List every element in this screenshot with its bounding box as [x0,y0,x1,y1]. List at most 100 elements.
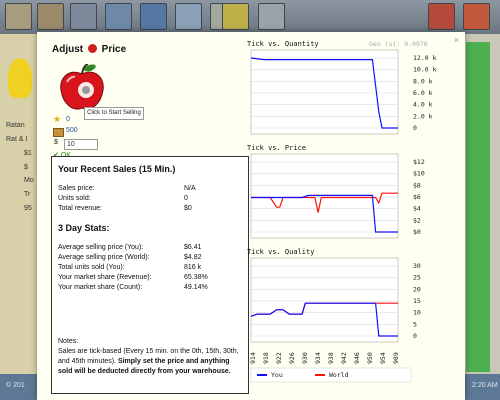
stat-label: Average selling price (World): [58,254,150,261]
sales-summary-box: Your Recent Sales (15 Min.) Sales price:… [51,156,249,394]
y-tick-label: 0 [413,124,417,132]
stat-value: $0 [184,205,192,212]
x-tick-label: 946 [353,352,361,364]
y-tick-label: 5 [413,320,417,328]
notes-title: Notes: [58,338,79,345]
y-tick-label: $8 [413,181,421,189]
toolbar-icon-2[interactable] [37,3,64,30]
stat-value: 65.38% [184,274,208,281]
apple-product-icon[interactable] [57,64,107,112]
stat-label: Units sold: [58,195,91,202]
x-tick-label: 934 [314,352,322,364]
y-tick-label: 8.0 k [413,77,433,85]
stat-row: Your market share (Count): 49.14% [58,284,244,291]
x-tick-label: 930 [301,352,309,364]
recent-sales-heading: Your Recent Sales (15 Min.) [58,164,176,174]
top-toolbar [0,0,500,34]
stars-value: 0 [66,116,70,123]
stat-value: N/A [184,185,196,192]
duck-icon [8,58,32,98]
stat-row: Sales price: N/A [58,185,244,192]
stat-label: Total units sold (You): [58,264,125,271]
charts-panel: Tick vs. Quantity Geo (s): 0.0076 12.0 k 10… [247,40,437,383]
notes-text: Sales are tick-based (Every 15 min. on t… [58,347,244,377]
y-tick-label: 20 [413,285,421,293]
stat-row: Units sold: 0 [58,195,244,202]
legend-label: You [271,371,283,379]
sidebar-text: $1 [24,150,32,157]
y-tick-label: $2 [413,216,421,224]
stat-value: 0 [184,195,188,202]
y-tick-label: 4.0 k [413,101,433,109]
y-tick-label: 10 [413,309,421,317]
sidebar-text: 95 [24,205,32,212]
y-tick-label: 0 [413,332,417,340]
y-tick-label: 15 [413,297,421,305]
background-sidebar: Ratan Rat & I $1 $ Mo Tr 95 [0,34,40,400]
product-icon [87,44,97,53]
stock-value: 500 [66,127,78,134]
toolbar-icon-1[interactable] [5,3,32,30]
sidebar-text: $ [24,164,28,171]
y-tick-label: 30 [413,262,421,270]
x-tick-label: 938 [327,352,335,364]
stat-label: Total revenue: [58,205,102,212]
x-tick-label: 989 [392,352,400,364]
chart-title: Tick vs. Quantity [247,40,319,48]
toolbar-icon-5[interactable] [140,3,167,30]
stat-value: $4.82 [184,254,202,261]
x-tick-label: 914 [249,352,257,364]
footer-copyright: © 201 [6,382,25,389]
stat-value: 49.14% [184,284,208,291]
price-symbol: $ [54,139,58,146]
price-input[interactable]: 10 [64,139,98,150]
chart-title: Tick vs. Price [247,144,306,152]
plot-area [250,257,399,343]
y-tick-label: $6 [413,193,421,201]
y-tick-label: 25 [413,274,421,282]
adjust-price-dialog: × Adjust Price Click to Start Selling ★ … [37,32,465,400]
stat-row: Total units sold (You): 816 k [58,264,244,271]
x-tick-label: 954 [379,352,387,364]
title-prefix: Adjust [52,44,84,55]
x-tick-label: 918 [262,352,270,364]
stat-row: Average selling price (World): $4.82 [58,254,244,261]
y-tick-label: $4 [413,205,421,213]
sidebar-text: Rat & I [6,136,28,143]
box-icon [53,128,64,137]
sidebar-text: Mo [24,177,34,184]
stat-row: Total revenue: $0 [58,205,244,212]
background-green-bar [466,42,490,372]
start-selling-tooltip: Click to Start Selling [84,107,144,120]
stat-label: Your market share (Revenue): [58,274,152,281]
sidebar-text: Tr [24,191,31,198]
stat-row: Your market share (Revenue): 65.38% [58,274,244,281]
y-tick-label: 2.0 k [413,112,433,120]
x-tick-label: 922 [275,352,283,364]
chart-annotation: Geo (s): 0.0076 [369,40,428,48]
toolbar-icon-9[interactable] [258,3,285,30]
toolbar-icon-3[interactable] [70,3,97,30]
stat-value: 816 k [184,264,202,271]
toolbar-icon-6[interactable] [175,3,202,30]
y-tick-label: 6.0 k [413,89,433,97]
y-tick-label: 12.0 k [413,54,437,62]
toolbar-icon-10[interactable] [428,3,455,30]
y-tick-label: $12 [413,158,425,166]
y-tick-label: 10.0 k [413,66,437,74]
toolbar-icon-4[interactable] [105,3,132,30]
chart-title: Tick vs. Quality [247,248,314,256]
stat-label: Average selling price (You): [58,244,144,251]
y-tick-label: $0 [413,228,421,236]
x-tick-label: 942 [340,352,348,364]
x-tick-label: 926 [288,352,296,364]
dialog-title: Adjust Price [52,44,126,55]
x-tick-label: 950 [366,352,374,364]
stat-label: Your market share (Count): [58,284,143,291]
day-stats-heading: 3 Day Stats: [58,223,110,233]
toolbar-icon-11[interactable] [463,3,490,30]
dollar-icon[interactable] [222,3,249,30]
y-tick-label: $10 [413,170,425,178]
footer-clock: 2:20 AM [472,382,498,389]
stat-label: Sales price: [58,185,95,192]
